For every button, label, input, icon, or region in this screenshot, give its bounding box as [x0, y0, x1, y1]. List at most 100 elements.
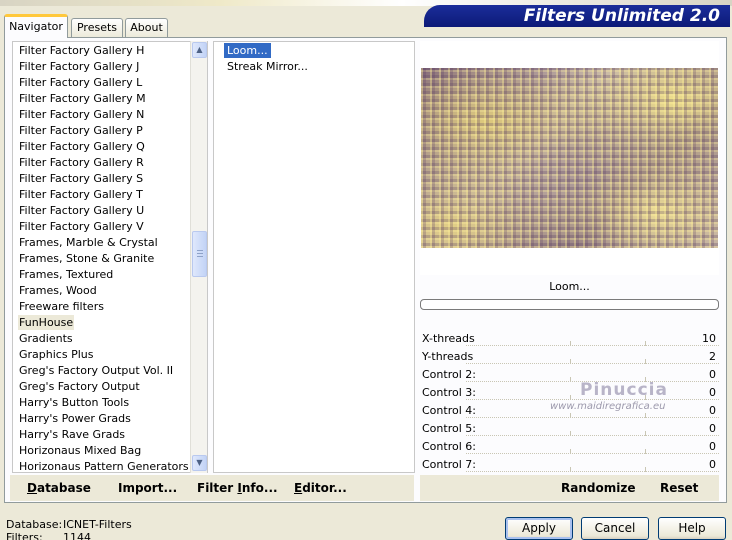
preview-image	[421, 68, 718, 248]
control-2[interactable]: Control 2: 0	[420, 366, 719, 384]
filter-list[interactable]: Loom... Streak Mirror...	[213, 41, 415, 473]
list-item[interactable]: Greg's Factory Output Vol. II	[18, 363, 174, 378]
randomize-button[interactable]: Randomize	[561, 481, 635, 495]
button-label: atabase	[36, 481, 91, 495]
category-scrollbar[interactable]: ▲ ▼	[190, 41, 207, 473]
tab-about[interactable]: About	[125, 18, 168, 38]
list-item[interactable]: Filter Factory Gallery N	[18, 107, 145, 122]
slider-tick	[570, 413, 571, 418]
list-item[interactable]: Frames, Wood	[18, 283, 98, 298]
list-item[interactable]: Horizonaus Pattern Generators	[18, 459, 190, 472]
reset-button[interactable]: Reset	[660, 481, 698, 495]
status-value: 1144	[63, 531, 91, 540]
list-item[interactable]: Greg's Factory Output	[18, 379, 141, 394]
slider-track[interactable]	[466, 471, 719, 472]
control-5[interactable]: Control 5: 0	[420, 420, 719, 438]
slider-tick	[570, 395, 571, 400]
control-value: 0	[709, 458, 716, 471]
control-value: 10	[702, 332, 716, 345]
preview-area	[420, 41, 719, 275]
controls-toolbar: Randomize Reset	[420, 475, 719, 501]
control-3[interactable]: Control 3: 0	[420, 384, 719, 402]
filter-info-button[interactable]: Filter Info...	[197, 481, 278, 495]
mnemonic: E	[294, 481, 303, 495]
tab-navigator[interactable]: Navigator	[4, 14, 68, 38]
list-item[interactable]: Harry's Power Grads	[18, 411, 132, 426]
list-item[interactable]: Filter Factory Gallery T	[18, 187, 144, 202]
list-item[interactable]: Filter Factory Gallery U	[18, 203, 145, 218]
watermark-title: Pinuccia	[580, 380, 668, 400]
slider-tick	[645, 467, 646, 472]
list-item[interactable]: Streak Mirror...	[224, 59, 311, 74]
list-item[interactable]: Frames, Stone & Granite	[18, 251, 155, 266]
slider-track[interactable]	[466, 417, 719, 418]
import-button[interactable]: Import...	[118, 481, 177, 495]
slider-tick	[570, 467, 571, 472]
button-label: nfo...	[241, 481, 278, 495]
list-item[interactable]: Filter Factory Gallery S	[18, 171, 144, 186]
list-item[interactable]: Graphics Plus	[18, 347, 94, 362]
list-item[interactable]: Frames, Textured	[18, 267, 114, 282]
slider-tick	[570, 449, 571, 454]
status-label: Database:	[6, 518, 63, 531]
control-value: 2	[709, 350, 716, 363]
scroll-up-button[interactable]: ▲	[192, 42, 207, 58]
list-item[interactable]: Filter Factory Gallery L	[18, 75, 143, 90]
list-item[interactable]: Filter Factory Gallery H	[18, 43, 145, 58]
control-y-threads[interactable]: Y-threads 2	[420, 348, 719, 366]
button-label: Filter	[197, 481, 238, 495]
list-item[interactable]: Filter Factory Gallery M	[18, 91, 147, 106]
slider-track[interactable]	[466, 363, 719, 364]
list-item[interactable]: Harry's Rave Grads	[18, 427, 126, 442]
list-item-selected[interactable]: FunHouse	[18, 315, 75, 330]
control-value: 0	[709, 368, 716, 381]
slider-tick	[570, 359, 571, 364]
control-value: 0	[709, 386, 716, 399]
list-item-selected[interactable]: Loom...	[224, 43, 271, 58]
control-7[interactable]: Control 7: 0	[420, 456, 719, 474]
scroll-thumb[interactable]	[192, 231, 207, 277]
list-item[interactable]: Filter Factory Gallery Q	[18, 139, 146, 154]
slider-tick	[645, 449, 646, 454]
mnemonic: D	[27, 481, 37, 495]
slider-tick	[570, 431, 571, 436]
control-x-threads[interactable]: X-threads 10	[420, 330, 719, 348]
app-banner-title: Filters Unlimited 2.0	[424, 5, 730, 27]
help-button[interactable]: Help	[658, 517, 726, 540]
navigator-toolbar: Database Import... Filter Info... Editor…	[10, 475, 414, 501]
slider-track[interactable]	[466, 345, 719, 346]
status-filters: Filters: 1144	[6, 531, 91, 540]
slider-tick	[570, 377, 571, 382]
list-item[interactable]: Horizonaus Mixed Bag	[18, 443, 142, 458]
list-item[interactable]: Filter Factory Gallery R	[18, 155, 145, 170]
slider-tick	[645, 341, 646, 346]
list-item[interactable]: Harry's Button Tools	[18, 395, 130, 410]
preview-filter-label: Loom...	[549, 280, 590, 293]
button-label: Import	[118, 481, 164, 495]
button-label: ditor...	[302, 481, 347, 495]
list-item[interactable]: Frames, Marble & Crystal	[18, 235, 159, 250]
watermark-url: www.maidiregrafica.eu	[550, 401, 666, 412]
status-label: Filters:	[6, 531, 43, 540]
editor-button[interactable]: Editor...	[294, 481, 347, 495]
tab-presets[interactable]: Presets	[71, 18, 123, 38]
control-6[interactable]: Control 6: 0	[420, 438, 719, 456]
status-value: ICNET-Filters	[63, 518, 132, 531]
slider-track[interactable]	[466, 435, 719, 436]
list-item[interactable]: Filter Factory Gallery J	[18, 59, 140, 74]
control-value: 0	[709, 440, 716, 453]
slider-track[interactable]	[466, 453, 719, 454]
database-button[interactable]: Database	[27, 481, 91, 495]
category-list[interactable]: Filter Factory Gallery H Filter Factory …	[12, 41, 208, 473]
apply-button[interactable]: Apply	[505, 517, 573, 540]
list-item[interactable]: Freeware filters	[18, 299, 105, 314]
scroll-down-button[interactable]: ▼	[192, 455, 207, 471]
control-value: 0	[709, 422, 716, 435]
cancel-button[interactable]: Cancel	[581, 517, 649, 540]
slider-tick	[570, 341, 571, 346]
grip-line	[197, 256, 203, 257]
list-item[interactable]: Filter Factory Gallery V	[18, 219, 145, 234]
list-item[interactable]: Gradients	[18, 331, 74, 346]
list-item[interactable]: Filter Factory Gallery P	[18, 123, 144, 138]
slider-tick	[645, 413, 646, 418]
